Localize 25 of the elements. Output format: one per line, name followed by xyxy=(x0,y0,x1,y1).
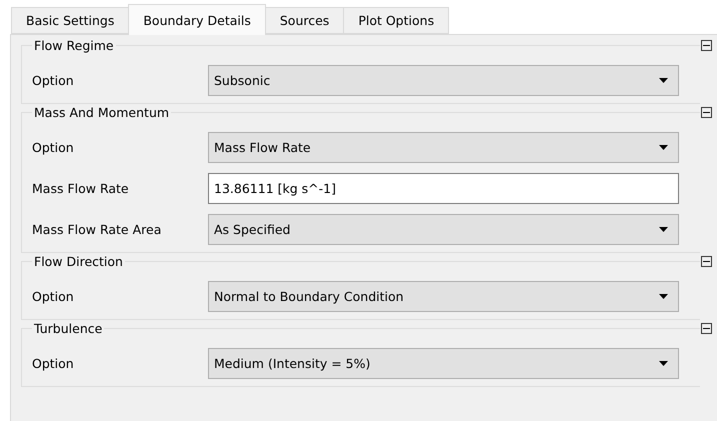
tab[interactable]: Basic Settings xyxy=(11,7,130,34)
dropdown[interactable]: Medium (Intensity = 5%) xyxy=(208,348,679,379)
field-label: Option xyxy=(32,289,75,304)
tab[interactable]: Plot Options xyxy=(343,7,450,34)
dropdown[interactable]: Normal to Boundary Condition xyxy=(208,281,679,312)
collapse-icon[interactable] xyxy=(701,256,712,267)
field-label: Mass Flow Rate xyxy=(32,181,130,196)
tab[interactable]: Sources xyxy=(264,7,344,34)
caret-icon xyxy=(659,294,668,299)
caret-icon xyxy=(659,361,668,366)
collapse-icon[interactable] xyxy=(701,323,712,334)
caret-icon xyxy=(659,78,668,83)
field-label: Option xyxy=(32,140,75,155)
input-field[interactable]: 13.86111 [kg s^-1] xyxy=(208,173,679,204)
dropdown[interactable]: Mass Flow Rate xyxy=(208,132,679,163)
dropdown[interactable]: Subsonic xyxy=(208,65,679,96)
caret-icon xyxy=(659,145,668,150)
field-label: Mass Flow Rate Area xyxy=(32,222,162,237)
field-label: Option xyxy=(32,73,75,88)
tab[interactable]: Boundary Details xyxy=(128,4,266,35)
collapse-icon[interactable] xyxy=(701,107,712,118)
dropdown[interactable]: As Specified xyxy=(208,214,679,245)
collapse-icon[interactable] xyxy=(701,40,712,51)
caret-icon xyxy=(659,227,668,232)
field-label: Option xyxy=(32,356,75,371)
